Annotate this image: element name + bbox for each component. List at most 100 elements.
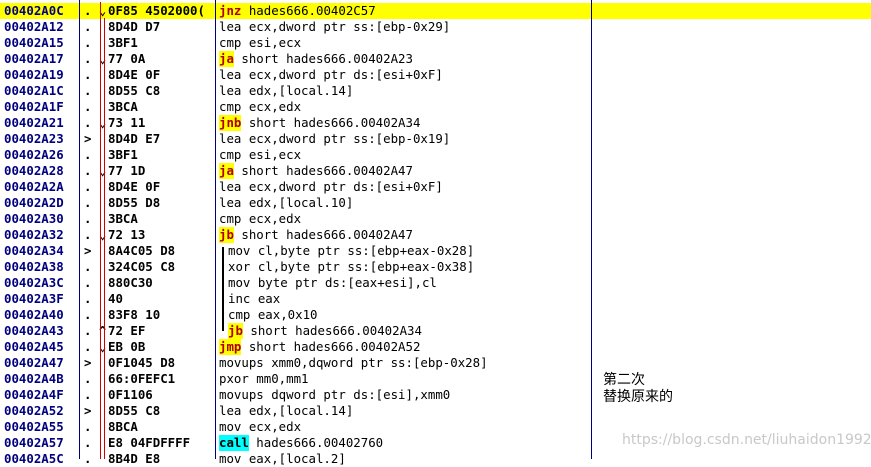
disasm-row[interactable]: 00402A17. ⌄ 77 0A ja short hades666.00402A… (0, 51, 871, 67)
disasm-row[interactable]: 00402A5C. 8B4D E8 mov eax,[local.2] (0, 451, 871, 467)
disasm-row[interactable]: 00402A19. 8D4E 0F lea ecx,dword ptr ds:[es… (0, 67, 871, 83)
disasm-row[interactable]: 00402A30. 3BCA cmp ecx,edx (0, 211, 871, 227)
hex-bytes-cell: 77 1D (108, 163, 146, 178)
flow-marker: . (84, 259, 92, 274)
disasm-row[interactable]: 00402A34 >8A4C05 D8 mov cl,byte ptr ss:[eb… (0, 243, 871, 259)
address-cell: 00402A28 (4, 163, 64, 178)
hex-bytes-cell: 8D55 D8 (108, 195, 161, 210)
disasm-row[interactable]: 00402A4F. 0F1106 movups dqword ptr ds:[esi… (0, 387, 871, 403)
disasm-row[interactable]: 00402A1C. 8D55 C8 lea edx,[local.14] (0, 83, 871, 99)
hex-bytes-cell: 77 0A (108, 51, 146, 66)
disassembly-cell: lea edx,[local.14] (219, 403, 353, 419)
hex-bytes-cell: 3BCA (108, 99, 138, 114)
address-cell: 00402A43 (4, 323, 64, 338)
address-cell: 00402A17 (4, 51, 64, 66)
hex-bytes-cell: 72 13 (108, 227, 146, 242)
hex-bytes-cell: 8A4C05 D8 (108, 243, 176, 258)
hex-bytes-cell: 0F1106 (108, 387, 153, 402)
operand-text: short hades666.00402A34 (241, 115, 421, 130)
operand-text: cmp esi,ecx (219, 35, 302, 50)
operand-text: cmp ecx,edx (219, 211, 302, 226)
operand-text: lea ecx,dword ptr ss:[ebp-0x19] (219, 131, 451, 146)
disasm-row[interactable]: 00402A4B. 66:0FEFC1 pxor mm0,mm1 (0, 371, 871, 387)
flow-marker: . (84, 99, 92, 114)
disasm-row[interactable]: 00402A23 >8D4D E7 lea ecx,dword ptr ss:[eb… (0, 131, 871, 147)
disasm-row[interactable]: 00402A45. ⌄ EB 0B jmp short hades666.00402… (0, 339, 871, 355)
watermark: https://blog.csdn.net/liuhaidon1992 (622, 432, 871, 448)
disasm-row[interactable]: 00402A32. ⌄ 72 13 jb short hades666.00402A… (0, 227, 871, 243)
disasm-row[interactable]: 00402A0C . ⌄ 0F85 4502000(jnz hades666.004… (0, 3, 871, 19)
disasm-row[interactable]: 00402A1F. 3BCA cmp ecx,edx (0, 99, 871, 115)
hex-bytes-cell: 0F1045 D8 (108, 355, 176, 370)
operand-text: short hades666.00402A34 (242, 323, 422, 338)
disasm-row[interactable]: 00402A2D. 8D55 D8 lea edx,[local.10] (0, 195, 871, 211)
disassembly-cell: movups dqword ptr ds:[esi],xmm0 (219, 387, 450, 403)
flow-marker: > (84, 403, 92, 418)
disasm-row[interactable]: 00402A15. 3BF1 cmp esi,ecx (0, 35, 871, 51)
disassembly-cell: lea edx,[local.14] (219, 83, 353, 99)
annotation-line-1: 第二次 (603, 372, 645, 388)
hex-bytes-cell: 8BCA (108, 419, 138, 434)
operand-text: hades666.00402760 (248, 435, 384, 450)
operand-text: cmp esi,ecx (219, 147, 302, 162)
operand-text: lea ecx,dword ptr ss:[ebp-0x29] (219, 19, 451, 34)
disassembly-cell: jmp short hades666.00402A52 (219, 339, 420, 355)
operand-text: lea edx,[local.14] (219, 83, 354, 98)
disassembly-cell: inc eax (228, 291, 280, 307)
address-cell: 00402A45 (4, 339, 64, 354)
flow-marker: > (84, 243, 92, 258)
hex-bytes-cell: 8B4D E8 (108, 451, 161, 466)
disasm-row[interactable]: 00402A43. ^ 72 EF jb short hades666.00402A… (0, 323, 871, 339)
hex-bytes-cell: 66:0FEFC1 (108, 371, 176, 386)
flow-marker: . (84, 371, 92, 386)
disasm-row[interactable]: 00402A21. ⌄ 73 11 jnb short hades666.00402… (0, 115, 871, 131)
disasm-row[interactable]: 00402A3F. 40 inc eax (0, 291, 871, 307)
address-cell: 00402A3F (4, 291, 64, 306)
flow-marker: . (84, 451, 92, 466)
hex-bytes-cell: EB 0B (108, 339, 146, 354)
disassembly-cell: lea ecx,dword ptr ds:[esi+0xF] (219, 67, 443, 83)
disassembly-cell: cmp eax,0x10 (228, 307, 318, 323)
flow-marker: . (84, 435, 92, 450)
address-cell: 00402A2D (4, 195, 64, 210)
address-cell: 00402A40 (4, 307, 64, 322)
disasm-row[interactable]: 00402A12. 8D4D D7 lea ecx,dword ptr ss:[eb… (0, 19, 871, 35)
disasm-row[interactable]: 00402A40. 83F8 10 cmp eax,0x10 (0, 307, 871, 323)
jump-mnemonic: jmp (219, 339, 242, 355)
flow-marker: . (84, 275, 92, 290)
disassembly-cell: mov cl,byte ptr ss:[ebp+eax-0x28] (228, 243, 474, 259)
jump-path-line (100, 2, 101, 459)
disassembly-cell: jb short hades666.00402A34 (228, 323, 422, 339)
flow-marker: . (84, 307, 92, 322)
disasm-row[interactable]: 00402A2A. 8D4E 0F lea ecx,dword ptr ds:[es… (0, 179, 871, 195)
flow-marker: . (84, 195, 92, 210)
disasm-row[interactable]: 00402A38. 324C05 C8 xor cl,byte ptr ss:[eb… (0, 259, 871, 275)
operand-text: xor cl,byte ptr ss:[ebp+eax-0x38] (228, 259, 475, 274)
flow-marker: . (84, 291, 92, 306)
hex-bytes-cell: 3BCA (108, 211, 138, 226)
address-cell: 00402A32 (4, 227, 64, 242)
hex-bytes-cell: 880C30 (108, 275, 153, 290)
operand-text: mov byte ptr ds:[eax+esi],cl (228, 275, 437, 290)
disasm-row[interactable]: 00402A52 >8D55 C8 lea edx,[local.14] (0, 403, 871, 419)
disasm-row[interactable]: 00402A47 >0F1045 D8 movups xmm0,dqword ptr… (0, 355, 871, 371)
operand-text: short hades666.00402A23 (233, 51, 413, 66)
disasm-row[interactable]: 00402A3C. 880C30 mov byte ptr ds:[eax+esi]… (0, 275, 871, 291)
flow-marker: . ⌄ (84, 3, 107, 18)
flow-marker: . (84, 35, 92, 50)
col-separator (591, 0, 592, 459)
disassembly-cell: movups xmm0,dqword ptr ss:[ebp-0x28] (219, 355, 488, 371)
disasm-row[interactable]: 00402A26. 3BF1 cmp esi,ecx (0, 147, 871, 163)
address-cell: 00402A4B (4, 371, 64, 386)
address-cell: 00402A55 (4, 419, 64, 434)
flow-marker: . (84, 19, 92, 34)
flow-marker: > (84, 131, 92, 146)
hex-bytes-cell: 8D4D E7 (108, 131, 161, 146)
disasm-row[interactable]: 00402A28. ⌄ 77 1D ja short hades666.00402A… (0, 163, 871, 179)
operand-text: lea edx,[local.14] (219, 403, 354, 418)
disassembly-view[interactable]: 00402A0C . ⌄ 0F85 4502000(jnz hades666.004… (0, 0, 871, 466)
disassembly-cell: lea ecx,dword ptr ss:[ebp-0x29] (219, 19, 450, 35)
flow-marker: . (84, 387, 92, 402)
hex-bytes-cell: 8D4D D7 (108, 19, 161, 34)
loop-bracket (222, 247, 224, 331)
